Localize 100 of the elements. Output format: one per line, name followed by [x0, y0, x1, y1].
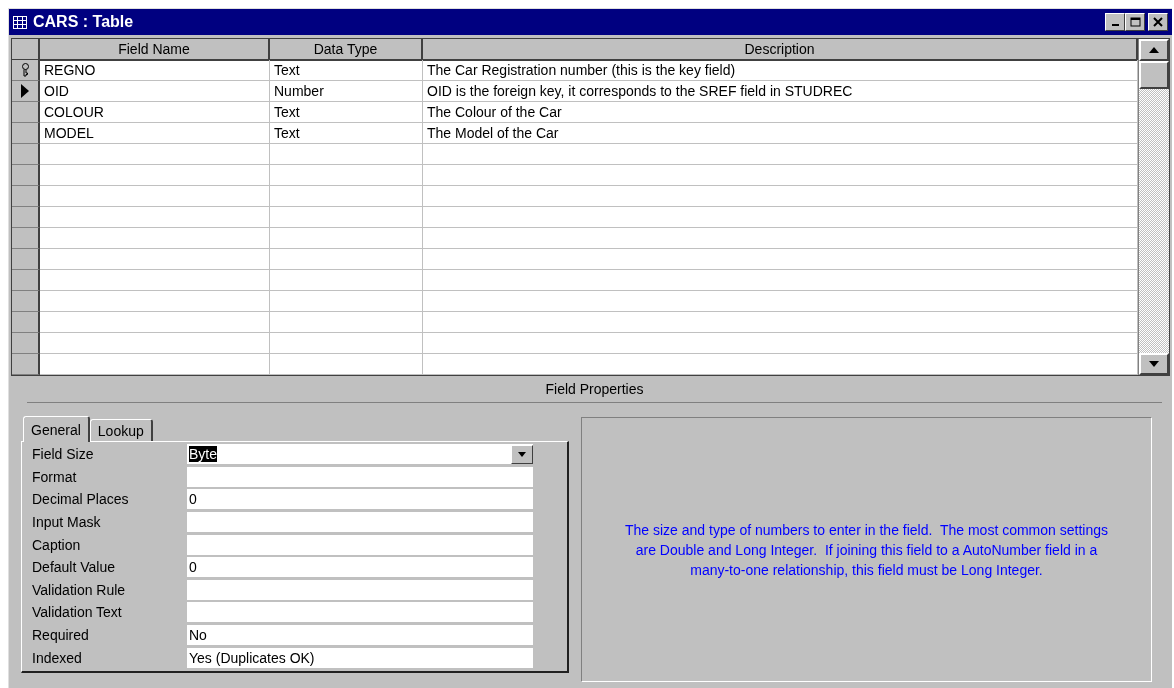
property-label: Caption: [32, 536, 82, 553]
row-selector[interactable]: [12, 354, 40, 375]
table-cell[interactable]: [40, 186, 270, 207]
section-title: Field Properties: [27, 376, 1162, 403]
row-selector[interactable]: [12, 165, 40, 186]
table-cell[interactable]: [270, 333, 423, 354]
row-selector[interactable]: [12, 228, 40, 249]
close-button[interactable]: [1148, 13, 1168, 31]
row-selector[interactable]: [12, 123, 40, 144]
row-selector[interactable]: [12, 207, 40, 228]
row-selector[interactable]: [12, 102, 40, 123]
table-cell[interactable]: [40, 249, 270, 270]
row-selector[interactable]: [12, 312, 40, 333]
table-cell[interactable]: [270, 207, 423, 228]
input-field[interactable]: [187, 534, 533, 555]
table-cell[interactable]: [40, 144, 270, 165]
window-title: CARS : Table: [33, 13, 135, 31]
table-cell[interactable]: [423, 228, 1138, 249]
row-selector[interactable]: [12, 333, 40, 354]
table-cell[interactable]: [270, 354, 423, 375]
property-label: Default Value: [32, 559, 116, 576]
down-arrow-icon: [1149, 361, 1159, 367]
input-field[interactable]: [187, 466, 533, 487]
table-cell[interactable]: Text: [270, 60, 423, 81]
input-field[interactable]: Yes (Duplicates OK): [187, 647, 533, 668]
table-cell[interactable]: [270, 144, 423, 165]
minimize-button[interactable]: [1105, 13, 1125, 31]
dropdown-button[interactable]: [511, 444, 533, 464]
table-cell[interactable]: [270, 291, 423, 312]
row-selector[interactable]: [12, 81, 40, 102]
table-cell[interactable]: Number: [270, 81, 423, 102]
table-cell[interactable]: OID: [40, 81, 270, 102]
dropdown-field[interactable]: Byte: [187, 444, 533, 465]
table-cell[interactable]: OID is the foreign key, it corresponds to the SREF field in STUDREC: [423, 81, 1138, 102]
table-cell[interactable]: [40, 333, 270, 354]
property-label: Required: [32, 627, 90, 644]
table-cell[interactable]: [423, 186, 1138, 207]
table-cell[interactable]: Text: [270, 123, 423, 144]
scroll-down-button[interactable]: [1139, 353, 1169, 375]
input-field[interactable]: 0: [187, 557, 533, 578]
scroll-thumb[interactable]: [1139, 61, 1169, 89]
table-cell[interactable]: [40, 270, 270, 291]
current-row-icon: [21, 84, 29, 98]
table-cell[interactable]: [270, 228, 423, 249]
maximize-button[interactable]: [1125, 13, 1145, 31]
table-cell[interactable]: [423, 144, 1138, 165]
table-cell[interactable]: MODEL: [40, 123, 270, 144]
column-header[interactable]: Data Type: [270, 39, 423, 61]
property-label: Field Size: [32, 446, 95, 463]
table-cell[interactable]: Text: [270, 102, 423, 123]
table-cell[interactable]: [40, 165, 270, 186]
table-cell[interactable]: [423, 312, 1138, 333]
row-selector[interactable]: [12, 186, 40, 207]
table-cell[interactable]: [40, 291, 270, 312]
minimize-icon: [1111, 24, 1119, 26]
column-header[interactable]: Field Name: [40, 39, 270, 61]
column-header[interactable]: Description: [423, 39, 1138, 61]
table-icon: [13, 15, 27, 29]
row-selector[interactable]: [12, 249, 40, 270]
table-cell[interactable]: [423, 354, 1138, 375]
table-cell[interactable]: [423, 333, 1138, 354]
scroll-up-button[interactable]: [1139, 39, 1169, 61]
help-text: The size and type of numbers to enter in the field. The most common settings are Double and Long Integer. If joining this field to a AutoNumber field in a many-to-one relationship, this field must be Long Integer.: [624, 520, 1109, 580]
row-selector[interactable]: [12, 144, 40, 165]
table-cell[interactable]: The Model of the Car: [423, 123, 1138, 144]
table-cell[interactable]: [40, 354, 270, 375]
row-selector[interactable]: [12, 60, 40, 81]
table-cell[interactable]: [423, 249, 1138, 270]
table-cell[interactable]: [270, 312, 423, 333]
tab[interactable]: Lookup: [89, 419, 153, 441]
table-cell[interactable]: [423, 291, 1138, 312]
table-cell[interactable]: [423, 165, 1138, 186]
input-field[interactable]: [187, 579, 533, 600]
table-cell[interactable]: [270, 186, 423, 207]
property-label: Format: [32, 468, 78, 485]
input-field[interactable]: [187, 512, 533, 533]
table-cell[interactable]: [40, 207, 270, 228]
input-field[interactable]: 0: [187, 489, 533, 510]
table-cell[interactable]: The Colour of the Car: [423, 102, 1138, 123]
table-cell[interactable]: [40, 312, 270, 333]
row-selector[interactable]: [12, 270, 40, 291]
input-field[interactable]: [187, 602, 533, 623]
input-field[interactable]: No: [187, 625, 533, 646]
up-arrow-icon: [1149, 47, 1159, 53]
row-selector[interactable]: [12, 291, 40, 312]
table-cell[interactable]: [270, 270, 423, 291]
vertical-scrollbar[interactable]: [1138, 39, 1169, 375]
caret-icon: [518, 451, 526, 457]
table-cell[interactable]: [270, 249, 423, 270]
property-label: Indexed: [32, 649, 83, 666]
table-cell[interactable]: [270, 165, 423, 186]
table-cell[interactable]: [423, 270, 1138, 291]
tab[interactable]: General: [23, 416, 90, 442]
table-cell[interactable]: COLOUR: [40, 102, 270, 123]
property-label: Decimal Places: [32, 491, 130, 508]
key-icon: [20, 63, 30, 77]
table-cell[interactable]: [423, 207, 1138, 228]
table-cell[interactable]: REGNO: [40, 60, 270, 81]
table-cell[interactable]: The Car Registration number (this is the key field): [423, 60, 1138, 81]
table-cell[interactable]: [40, 228, 270, 249]
